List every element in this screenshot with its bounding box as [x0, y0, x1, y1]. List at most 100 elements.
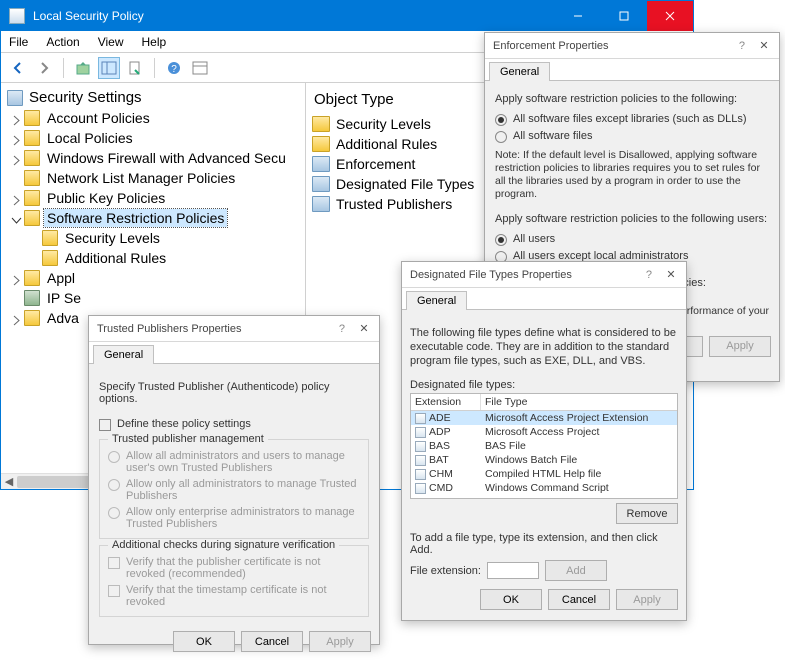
tree-app[interactable]: Appl — [3, 268, 305, 288]
close-button[interactable] — [647, 1, 693, 31]
table-row[interactable]: BATWindows Batch File — [411, 453, 677, 467]
check-define-policy[interactable]: Define these policy settings — [99, 416, 369, 433]
apply-button[interactable]: Apply — [309, 631, 371, 652]
folder-icon — [42, 250, 58, 266]
help-button[interactable]: ? — [163, 57, 185, 79]
table-row[interactable]: ADPMicrosoft Access Project — [411, 425, 677, 439]
folder-icon — [24, 310, 40, 326]
radio-dot-icon — [495, 234, 507, 246]
cancel-button[interactable]: Cancel — [241, 631, 303, 652]
tree-software-restriction[interactable]: Software Restriction Policies — [3, 208, 305, 228]
add-instruction: To add a file type, type its extension, … — [410, 532, 678, 556]
radio-dot-icon — [495, 114, 507, 126]
check-timestamp-cert[interactable]: Verify that the timestamp certificate is… — [108, 582, 360, 610]
folder-icon — [42, 230, 58, 246]
folder-icon — [312, 136, 330, 152]
table-row[interactable]: CHMCompiled HTML Help file — [411, 467, 677, 481]
refresh-button[interactable] — [189, 57, 211, 79]
add-button[interactable]: Add — [545, 560, 607, 581]
tree-public-key[interactable]: Public Key Policies — [3, 188, 305, 208]
tree-security-levels[interactable]: Security Levels — [3, 228, 305, 248]
policy-icon — [312, 196, 330, 212]
caret-right-icon[interactable] — [11, 273, 22, 284]
titlebar[interactable]: Local Security Policy — [1, 1, 693, 31]
table-row[interactable]: BASBAS File — [411, 439, 677, 453]
tab-general[interactable]: General — [93, 345, 154, 364]
dialog-help-button[interactable]: ? — [646, 269, 652, 281]
dialog-titlebar[interactable]: Enforcement Properties ? ✕ — [485, 33, 779, 59]
file-icon — [415, 455, 426, 466]
checkbox-icon — [108, 557, 120, 569]
intro-text: Specify Trusted Publisher (Authenticode)… — [99, 381, 369, 405]
check-publisher-cert[interactable]: Verify that the publisher certificate is… — [108, 554, 360, 582]
trusted-publishers-dialog: Trusted Publishers Properties ? ✕ Genera… — [88, 315, 380, 645]
tree-network-list[interactable]: Network List Manager Policies — [3, 168, 305, 188]
radio-all-admins-users[interactable]: Allow all administrators and users to ma… — [108, 448, 360, 476]
tree-root[interactable]: Security Settings — [3, 87, 305, 108]
tree-ipsec[interactable]: IP Se — [3, 288, 305, 308]
dialog-help-button[interactable]: ? — [339, 323, 345, 335]
table-row[interactable]: ADEMicrosoft Access Project Extension — [411, 411, 677, 425]
extension-label: File extension: — [410, 565, 481, 577]
radio-only-admins[interactable]: Allow only all administrators to manage … — [108, 476, 360, 504]
dialog-close-button[interactable]: ✕ — [355, 322, 373, 335]
tab-general[interactable]: General — [489, 62, 550, 81]
back-button[interactable] — [7, 57, 29, 79]
folder-icon — [24, 270, 40, 286]
extension-input[interactable] — [487, 562, 539, 579]
radio-except-libraries[interactable]: All software files except libraries (suc… — [495, 111, 769, 128]
file-icon — [415, 469, 426, 480]
caret-down-icon[interactable] — [11, 213, 22, 224]
col-extension[interactable]: Extension — [411, 394, 481, 410]
scroll-left-button[interactable]: ◀ — [1, 474, 17, 490]
dialog-close-button[interactable]: ✕ — [755, 39, 773, 52]
apply-files-text: Apply software restriction policies to t… — [495, 93, 769, 107]
checkbox-icon — [99, 419, 111, 431]
export-list-button[interactable] — [124, 57, 146, 79]
radio-dot-icon — [108, 451, 120, 463]
col-filetype[interactable]: File Type — [481, 394, 677, 410]
up-button[interactable] — [72, 57, 94, 79]
caret-right-icon[interactable] — [11, 193, 22, 204]
tab-general[interactable]: General — [406, 291, 467, 310]
maximize-button[interactable] — [601, 1, 647, 31]
group-trusted-publisher-management: Trusted publisher management Allow all a… — [99, 439, 369, 539]
folder-icon — [24, 210, 40, 226]
tree-account-policies[interactable]: Account Policies — [3, 108, 305, 128]
dialog-title: Enforcement Properties — [493, 40, 609, 52]
svg-text:?: ? — [171, 64, 177, 75]
ok-button[interactable]: OK — [173, 631, 235, 652]
dialog-titlebar[interactable]: Trusted Publishers Properties ? ✕ — [89, 316, 379, 342]
caret-right-icon[interactable] — [11, 113, 22, 124]
tree-windows-firewall[interactable]: Windows Firewall with Advanced Secu — [3, 148, 305, 168]
minimize-button[interactable] — [555, 1, 601, 31]
menu-view[interactable]: View — [98, 35, 124, 49]
file-types-list[interactable]: Extension File Type ADEMicrosoft Access … — [410, 393, 678, 499]
tree-additional-rules[interactable]: Additional Rules — [3, 248, 305, 268]
apply-users-text: Apply software restriction policies to t… — [495, 213, 769, 227]
caret-right-icon[interactable] — [11, 153, 22, 164]
dialog-help-button[interactable]: ? — [739, 40, 745, 52]
caret-right-icon[interactable] — [11, 313, 22, 324]
caret-right-icon[interactable] — [11, 133, 22, 144]
cancel-button[interactable]: Cancel — [548, 589, 610, 610]
checkbox-icon — [108, 585, 120, 597]
forward-button[interactable] — [33, 57, 55, 79]
table-row[interactable]: CMDWindows Command Script — [411, 481, 677, 495]
menu-help[interactable]: Help — [142, 35, 167, 49]
radio-all-software[interactable]: All software files — [495, 128, 769, 145]
apply-button[interactable]: Apply — [616, 589, 678, 610]
menu-file[interactable]: File — [9, 35, 28, 49]
tree-local-policies[interactable]: Local Policies — [3, 128, 305, 148]
radio-only-enterprise[interactable]: Allow only enterprise administrators to … — [108, 504, 360, 532]
show-hide-tree-button[interactable] — [98, 57, 120, 79]
menu-action[interactable]: Action — [46, 35, 79, 49]
dialog-close-button[interactable]: ✕ — [662, 268, 680, 281]
remove-button[interactable]: Remove — [616, 503, 678, 524]
file-icon — [415, 413, 426, 424]
apply-button[interactable]: Apply — [709, 336, 771, 357]
intro-text: The following file types define what is … — [410, 327, 678, 368]
dialog-titlebar[interactable]: Designated File Types Properties ? ✕ — [402, 262, 686, 288]
ok-button[interactable]: OK — [480, 589, 542, 610]
radio-all-users[interactable]: All users — [495, 231, 769, 248]
